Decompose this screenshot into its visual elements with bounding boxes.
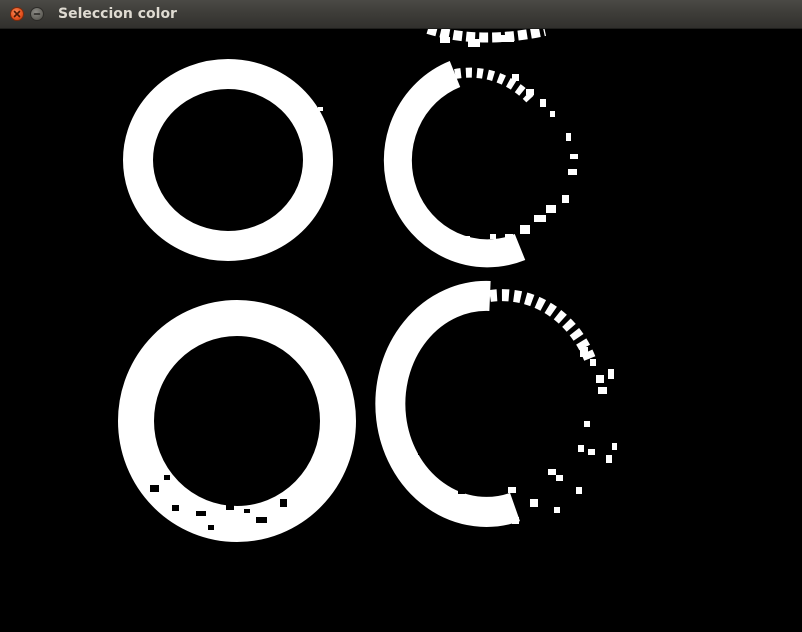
binary-mask-image	[0, 29, 802, 632]
minimize-button[interactable]	[30, 7, 44, 21]
app-window: Seleccion color	[0, 0, 802, 632]
close-icon	[13, 10, 21, 18]
close-button[interactable]	[10, 7, 24, 21]
title-bar[interactable]: Seleccion color	[0, 0, 802, 29]
image-canvas	[0, 29, 802, 632]
window-title: Seleccion color	[58, 6, 177, 22]
minimize-icon	[33, 13, 41, 15]
